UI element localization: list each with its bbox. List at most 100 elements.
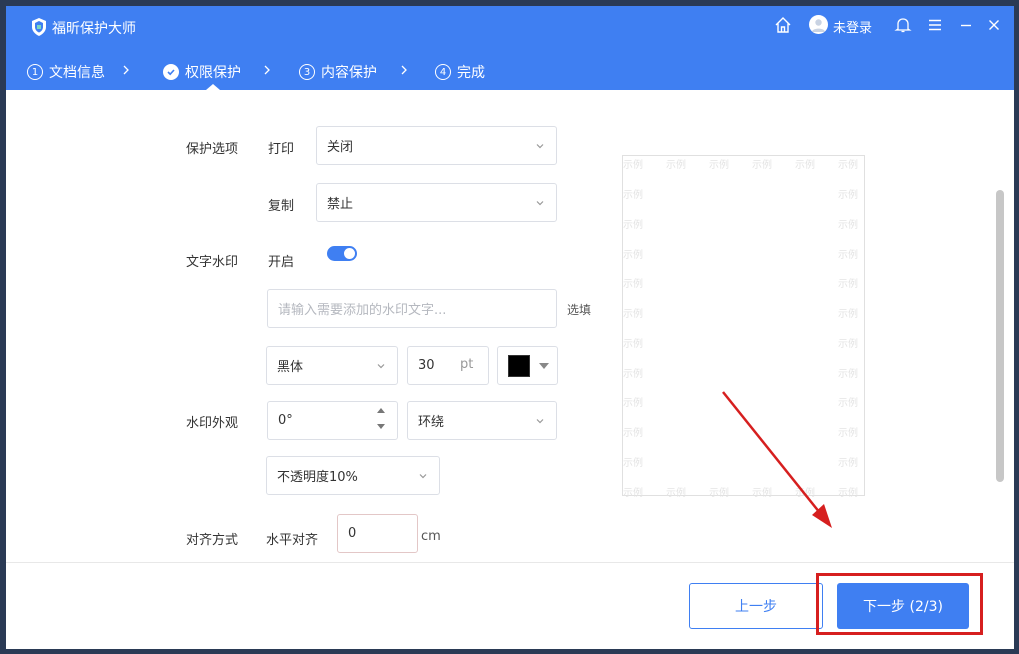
watermark-text-input[interactable]: 请输入需要添加的水印文字...	[267, 289, 557, 328]
stepper-up-icon[interactable]	[377, 408, 385, 413]
watermark-sample-text: 示例	[838, 160, 858, 171]
watermark-sample-text: 示例	[623, 279, 643, 290]
layout-select[interactable]: 环绕	[407, 401, 557, 440]
rotation-value: 0°	[278, 413, 293, 428]
copy-label: 复制	[268, 199, 295, 214]
avatar[interactable]	[809, 15, 828, 34]
font-value: 黑体	[277, 360, 304, 375]
watermark-sample-text: 示例	[795, 160, 815, 171]
watermark-sample-text: 示例	[623, 190, 643, 201]
step-label: 文档信息	[49, 65, 105, 81]
caret-down-icon	[539, 363, 549, 369]
watermark-toggle[interactable]	[327, 246, 357, 261]
font-size-value: 30	[418, 358, 435, 373]
font-size-unit: pt	[460, 357, 474, 372]
optional-label: 选填	[567, 303, 592, 317]
watermark-sample-text: 示例	[838, 309, 858, 320]
watermark-sample-text: 示例	[838, 369, 858, 380]
section-watermark-appearance: 水印外观	[186, 416, 239, 431]
step-2[interactable]: 权限保护	[163, 62, 241, 82]
step-3[interactable]: 3 内容保护	[299, 62, 377, 82]
app-window: 福昕保护大师 未登录 1 文档信息 权限保护 3 内容保护 4 完成 保护选项 …	[6, 6, 1014, 649]
check-circle-icon	[163, 64, 179, 80]
horizontal-align-unit: cm	[421, 529, 441, 544]
watermark-sample-text: 示例	[623, 250, 643, 261]
section-protect-options: 保护选项	[186, 142, 239, 157]
title-bar: 福昕保护大师 未登录 1 文档信息 权限保护 3 内容保护 4 完成	[6, 6, 1014, 90]
color-picker[interactable]	[497, 346, 558, 385]
watermark-enable-label: 开启	[268, 255, 295, 270]
opacity-select[interactable]: 不透明度10%	[266, 456, 440, 495]
font-size-input[interactable]: 30	[407, 346, 489, 385]
watermark-sample-text: 示例	[666, 488, 686, 499]
font-select[interactable]: 黑体	[266, 346, 398, 385]
footer-bar: 上一步 下一步 (2/3)	[6, 562, 1014, 649]
login-status[interactable]: 未登录	[833, 17, 872, 36]
watermark-sample-text: 示例	[838, 279, 858, 290]
step-number: 1	[27, 64, 43, 80]
watermark-sample-text: 示例	[623, 488, 643, 499]
watermark-sample-text: 示例	[838, 190, 858, 201]
copy-value: 禁止	[327, 197, 354, 212]
watermark-sample-text: 示例	[623, 339, 643, 350]
watermark-sample-text: 示例	[623, 160, 643, 171]
step-label: 完成	[457, 65, 485, 81]
shield-logo-icon	[32, 18, 46, 36]
chevron-down-icon	[377, 364, 385, 369]
scrollbar[interactable]	[996, 190, 1004, 482]
close-icon[interactable]	[985, 16, 1003, 34]
watermark-sample-text: 示例	[709, 160, 729, 171]
layout-value: 环绕	[418, 415, 445, 430]
watermark-sample-text: 示例	[666, 160, 686, 171]
print-label: 打印	[268, 142, 295, 157]
user-icon	[812, 19, 825, 32]
step-label: 内容保护	[321, 65, 377, 81]
rotation-stepper[interactable]: 0°	[267, 401, 398, 440]
home-icon[interactable]	[774, 16, 792, 34]
section-text-watermark: 文字水印	[186, 255, 239, 270]
chevron-down-icon	[536, 201, 544, 206]
horizontal-align-input[interactable]: 0	[337, 514, 418, 553]
color-preview	[508, 355, 530, 377]
stepper-down-icon[interactable]	[377, 424, 385, 429]
chevron-down-icon	[419, 474, 427, 479]
print-value: 关闭	[327, 140, 354, 155]
settings-panel: 保护选项 打印 关闭 复制 禁止 文字水印 开启 请输入需要添加的水印文字...…	[6, 90, 1014, 562]
watermark-sample-text: 示例	[752, 488, 772, 499]
print-select[interactable]: 关闭	[316, 126, 557, 165]
watermark-sample-text: 示例	[838, 458, 858, 469]
highlight-box	[816, 573, 983, 635]
chevron-right-icon	[123, 65, 129, 75]
watermark-sample-text: 示例	[709, 488, 729, 499]
toggle-knob	[344, 248, 355, 259]
watermark-sample-text: 示例	[752, 160, 772, 171]
previous-button[interactable]: 上一步	[689, 583, 823, 629]
bell-icon[interactable]	[894, 16, 912, 34]
watermark-text-placeholder: 请输入需要添加的水印文字...	[278, 303, 447, 318]
minimize-icon[interactable]	[957, 16, 975, 34]
watermark-sample-text: 示例	[838, 250, 858, 261]
watermark-sample-text: 示例	[623, 309, 643, 320]
watermark-sample-text: 示例	[623, 398, 643, 409]
chevron-right-icon	[264, 65, 270, 75]
copy-select[interactable]: 禁止	[316, 183, 557, 222]
watermark-sample-text: 示例	[838, 398, 858, 409]
section-alignment: 对齐方式	[186, 533, 239, 548]
menu-icon[interactable]	[926, 16, 944, 34]
step-number: 3	[299, 64, 315, 80]
watermark-preview: 示例 示例 示例 示例 示例 示例 示例 示例 示例 示例 示例 示例 示例 示例 示例 示例 示例 示例 示例 示例…	[622, 155, 865, 499]
watermark-sample-text: 示例	[838, 488, 858, 499]
watermark-sample-text: 示例	[623, 220, 643, 231]
horizontal-align-label: 水平对齐	[266, 533, 319, 548]
step-4[interactable]: 4 完成	[435, 62, 485, 82]
chevron-right-icon	[401, 65, 407, 75]
watermark-sample-text: 示例	[623, 428, 643, 439]
chevron-down-icon	[536, 419, 544, 424]
chevron-down-icon	[536, 144, 544, 149]
watermark-sample-text: 示例	[838, 220, 858, 231]
horizontal-align-value: 0	[348, 526, 357, 541]
watermark-sample-text: 示例	[623, 458, 643, 469]
step-number: 4	[435, 64, 451, 80]
step-nav: 1 文档信息 权限保护 3 内容保护 4 完成	[6, 60, 1014, 84]
step-1[interactable]: 1 文档信息	[27, 62, 105, 82]
